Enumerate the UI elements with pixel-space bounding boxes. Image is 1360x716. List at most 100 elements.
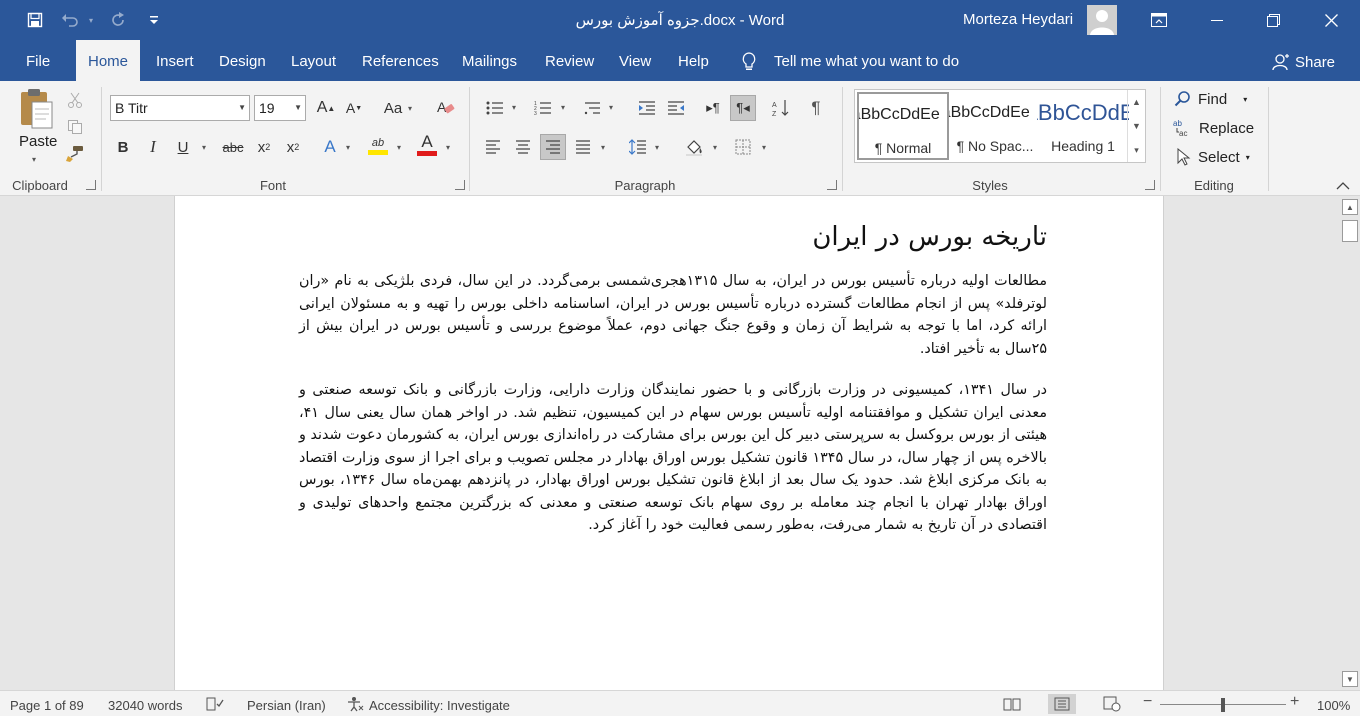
document-area[interactable]: تاریخه بورس در ایران مطالعات اولیه دربار… <box>0 196 1340 690</box>
tab-view[interactable]: View <box>607 40 663 81</box>
line-spacing-icon[interactable] <box>625 134 651 160</box>
tab-review[interactable]: Review <box>533 40 606 81</box>
read-mode-icon[interactable] <box>998 694 1026 714</box>
tab-home[interactable]: Home <box>76 40 141 81</box>
decrease-indent-icon[interactable] <box>634 95 660 121</box>
ltr-direction-icon[interactable]: ▸¶ <box>700 95 726 121</box>
customize-qat-icon[interactable] <box>142 8 166 32</box>
user-name[interactable]: Morteza Heydari <box>963 11 1073 28</box>
italic-button[interactable]: I <box>140 134 166 160</box>
style-normal[interactable]: AaBbCcDdEe ¶ Normal <box>857 92 949 160</box>
clipboard-launcher-icon[interactable] <box>86 180 96 190</box>
font-size-combo[interactable]: 19 ▼ <box>254 95 306 121</box>
replace-button[interactable]: ab ac Replace <box>1173 117 1254 139</box>
web-layout-icon[interactable] <box>1098 694 1126 714</box>
document-page[interactable]: تاریخه بورس در ایران مطالعات اولیه دربار… <box>174 196 1164 690</box>
numbering-icon[interactable]: 123 <box>530 95 556 121</box>
bold-button[interactable]: B <box>110 134 136 160</box>
font-color-button[interactable]: A <box>414 131 440 157</box>
align-center-icon[interactable] <box>510 134 536 160</box>
shading-icon[interactable] <box>681 134 707 160</box>
language-status[interactable]: Persian (Iran) <box>247 698 326 713</box>
document-heading[interactable]: تاریخه بورس در ایران <box>299 222 1047 252</box>
redo-icon[interactable] <box>106 8 130 32</box>
justify-dropdown-icon[interactable]: ▾ <box>601 143 605 152</box>
gallery-scroll-down-icon[interactable]: ▼ <box>1127 114 1145 138</box>
bullets-dropdown-icon[interactable]: ▾ <box>512 103 516 112</box>
borders-icon[interactable] <box>730 134 756 160</box>
strikethrough-button[interactable]: abc <box>218 134 248 160</box>
justify-icon[interactable] <box>570 134 596 160</box>
format-painter-icon[interactable] <box>62 141 88 167</box>
share-icon[interactable] <box>1272 53 1290 74</box>
bullets-icon[interactable] <box>482 95 508 121</box>
collapse-ribbon-icon[interactable] <box>1336 179 1350 194</box>
font-name-combo[interactable]: B Titr ▼ <box>110 95 250 121</box>
restore-icon[interactable] <box>1250 0 1296 40</box>
style-no-spacing[interactable]: AaBbCcDdEe ¶ No Spac... <box>949 92 1041 160</box>
style-heading-1[interactable]: AaBbCcDdEe Heading 1 <box>1037 92 1129 160</box>
paste-button[interactable]: Paste <box>19 133 57 150</box>
zoom-level[interactable]: 100% <box>1317 698 1350 713</box>
print-layout-icon[interactable] <box>1048 694 1076 714</box>
tab-references[interactable]: References <box>350 40 451 81</box>
numbering-dropdown-icon[interactable]: ▾ <box>561 103 565 112</box>
cut-icon[interactable] <box>62 87 88 113</box>
zoom-out-icon[interactable]: − <box>1143 693 1152 711</box>
proofing-icon[interactable] <box>206 697 224 714</box>
scroll-thumb[interactable] <box>1342 220 1358 242</box>
tab-help[interactable]: Help <box>666 40 721 81</box>
document-paragraph[interactable]: در سال ۱۳۴۱، کمیسیونی در وزارت بازرگانی … <box>299 379 1047 537</box>
paste-icon[interactable] <box>18 87 58 131</box>
share-button[interactable]: Share <box>1295 40 1335 81</box>
show-formatting-icon[interactable]: ¶ <box>803 95 829 121</box>
select-button[interactable]: Select ▾ <box>1176 147 1250 167</box>
close-icon[interactable] <box>1308 0 1354 40</box>
change-case-dropdown-icon[interactable]: ▾ <box>408 104 412 113</box>
clear-formatting-icon[interactable]: A <box>433 95 459 121</box>
borders-dropdown-icon[interactable]: ▾ <box>762 143 766 152</box>
word-count[interactable]: 32040 words <box>108 698 182 713</box>
change-case-button[interactable]: Aa <box>378 95 408 121</box>
undo-icon[interactable] <box>58 8 82 32</box>
highlight-button[interactable]: ab <box>365 132 391 158</box>
save-icon[interactable] <box>23 8 47 32</box>
find-button[interactable]: Find ▾ <box>1174 89 1247 109</box>
shrink-font-button[interactable]: A ▼ <box>341 95 367 121</box>
page-count[interactable]: Page 1 of 89 <box>10 698 84 713</box>
font-launcher-icon[interactable] <box>455 180 465 190</box>
copy-icon[interactable] <box>62 114 88 140</box>
underline-button[interactable]: U <box>170 134 196 160</box>
styles-launcher-icon[interactable] <box>1145 180 1155 190</box>
highlight-dropdown-icon[interactable]: ▾ <box>397 143 401 152</box>
shading-dropdown-icon[interactable]: ▾ <box>713 143 717 152</box>
accessibility-icon[interactable] <box>346 696 364 715</box>
sort-icon[interactable]: AZ <box>768 95 794 121</box>
zoom-slider-thumb[interactable] <box>1221 698 1225 712</box>
vertical-scrollbar[interactable]: ▲ ▼ <box>1340 196 1360 690</box>
multilevel-dropdown-icon[interactable]: ▾ <box>609 103 613 112</box>
line-spacing-dropdown-icon[interactable]: ▾ <box>655 143 659 152</box>
increase-indent-icon[interactable] <box>663 95 689 121</box>
text-effects-dropdown-icon[interactable]: ▾ <box>346 143 350 152</box>
underline-dropdown-icon[interactable]: ▾ <box>202 143 206 152</box>
multilevel-list-icon[interactable] <box>579 95 605 121</box>
minimize-icon[interactable] <box>1194 0 1240 40</box>
accessibility-status[interactable]: Accessibility: Investigate <box>369 698 510 713</box>
text-effects-button[interactable]: A <box>317 134 343 160</box>
superscript-button[interactable]: x2 <box>280 134 306 160</box>
tab-design[interactable]: Design <box>207 40 278 81</box>
zoom-in-icon[interactable]: + <box>1290 693 1299 711</box>
tab-mailings[interactable]: Mailings <box>450 40 529 81</box>
align-left-icon[interactable] <box>480 134 506 160</box>
font-color-dropdown-icon[interactable]: ▾ <box>446 143 450 152</box>
subscript-button[interactable]: x2 <box>251 134 277 160</box>
tab-insert[interactable]: Insert <box>144 40 206 81</box>
paste-dropdown-icon[interactable]: ▾ <box>32 155 36 164</box>
scroll-up-icon[interactable]: ▲ <box>1342 199 1358 215</box>
tell-me-search[interactable]: Tell me what you want to do <box>774 40 959 81</box>
paragraph-launcher-icon[interactable] <box>827 180 837 190</box>
document-paragraph[interactable]: مطالعات اولیه درباره تأسیس بورس در ایران… <box>299 270 1047 360</box>
gallery-scroll-up-icon[interactable]: ▲ <box>1127 90 1145 114</box>
avatar[interactable] <box>1087 5 1117 35</box>
